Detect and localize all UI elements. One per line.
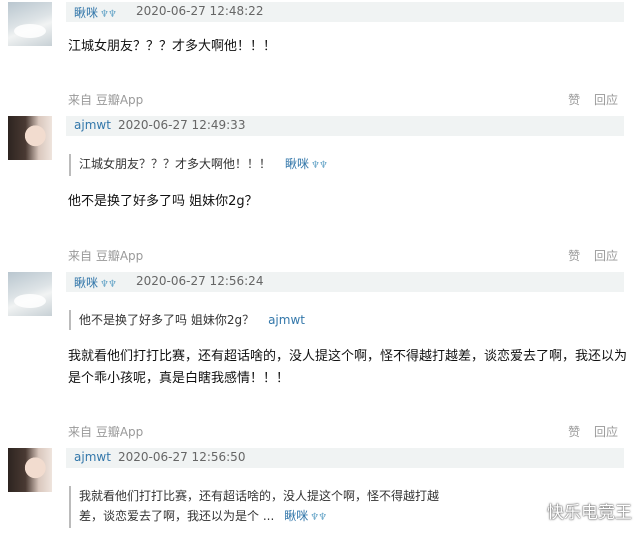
comment-header: 瞅咪 ♆♆ 2020-06-27 12:56:24 xyxy=(66,272,624,292)
comment-text-line-2: 是个乖小孩呢，真是白瞎我感情！！！ xyxy=(68,371,290,386)
author-link[interactable]: 瞅咪 ♆♆ xyxy=(74,4,117,21)
quote-text-line-2: 差，谈恋爱去了啊，我还以为是个 ... xyxy=(79,509,275,523)
quote-text: 他不是换了好多了吗 姐妹你2g？ xyxy=(79,313,255,327)
comment-text: 江城女朋友？？？才多大啊他！！！ xyxy=(68,39,277,54)
quote-text-line-1: 我就看他们打打比赛，还有超话啥的，没人提这个啊，怪不得越打越 xyxy=(79,489,440,503)
comment-text-line-1: 我就看他们打打比赛，还有超话啥的，没人提这个啊，怪不得越打越差，谈恋爱去了啊，我… xyxy=(68,349,628,364)
comment-header: 瞅咪 ♆♆ 2020-06-27 12:48:22 xyxy=(66,2,624,22)
user-badge-icon: ♆♆ xyxy=(311,160,328,171)
quote-author-link[interactable]: 瞅咪 ♆♆ xyxy=(285,157,328,171)
quote-block: 江城女朋友？？？才多大啊他！！！ 瞅咪 ♆♆ xyxy=(69,154,328,176)
author-link[interactable]: ajmwt xyxy=(74,118,111,132)
quote-block: 我就看他们打打比赛，还有超话啥的，没人提这个啊，怪不得越打越 差，谈恋爱去了啊，… xyxy=(69,486,439,528)
user-badge-icon: ♆♆ xyxy=(310,512,327,523)
author-link[interactable]: ajmwt xyxy=(74,450,111,464)
avatar[interactable] xyxy=(8,2,52,46)
comment-source: 来自 豆瓣App xyxy=(68,425,144,439)
comment-header: ajmwt 2020-06-27 12:56:50 xyxy=(66,448,624,468)
watermark: 快乐电竞王 xyxy=(547,503,632,523)
quote-block: 他不是换了好多了吗 姐妹你2g？ ajmwt xyxy=(69,310,305,330)
reply-button[interactable]: 回应 xyxy=(594,249,618,263)
like-button[interactable]: 赞 xyxy=(568,425,580,439)
comment-actions: 赞 回应 xyxy=(558,423,618,440)
comment-text: 他不是换了好多了吗 姐妹你2g？ xyxy=(68,194,258,209)
like-button[interactable]: 赞 xyxy=(568,93,580,107)
comment-header: ajmwt 2020-06-27 12:49:33 xyxy=(66,116,624,136)
avatar[interactable] xyxy=(8,116,52,160)
comment-time: 2020-06-27 12:49:33 xyxy=(118,118,246,132)
comment-time: 2020-06-27 12:56:50 xyxy=(118,450,246,464)
avatar[interactable] xyxy=(8,272,52,316)
quote-author-link[interactable]: ajmwt xyxy=(268,313,305,327)
like-button[interactable]: 赞 xyxy=(568,249,580,263)
quote-text: 江城女朋友？？？才多大啊他！！！ xyxy=(79,157,272,171)
comment-time: 2020-06-27 12:56:24 xyxy=(136,274,264,288)
comment-time: 2020-06-27 12:48:22 xyxy=(136,4,264,18)
comment-actions: 赞 回应 xyxy=(558,247,618,264)
reply-button[interactable]: 回应 xyxy=(594,425,618,439)
comment-source: 来自 豆瓣App xyxy=(68,93,144,107)
comment-actions: 赞 回应 xyxy=(558,91,618,108)
user-badge-icon: ♆♆ xyxy=(100,9,117,20)
quote-author-link[interactable]: 瞅咪 ♆♆ xyxy=(284,509,327,523)
author-link[interactable]: 瞅咪 ♆♆ xyxy=(74,274,117,291)
avatar[interactable] xyxy=(8,448,52,492)
comment-source: 来自 豆瓣App xyxy=(68,249,144,263)
user-badge-icon: ♆♆ xyxy=(100,279,117,290)
reply-button[interactable]: 回应 xyxy=(594,93,618,107)
